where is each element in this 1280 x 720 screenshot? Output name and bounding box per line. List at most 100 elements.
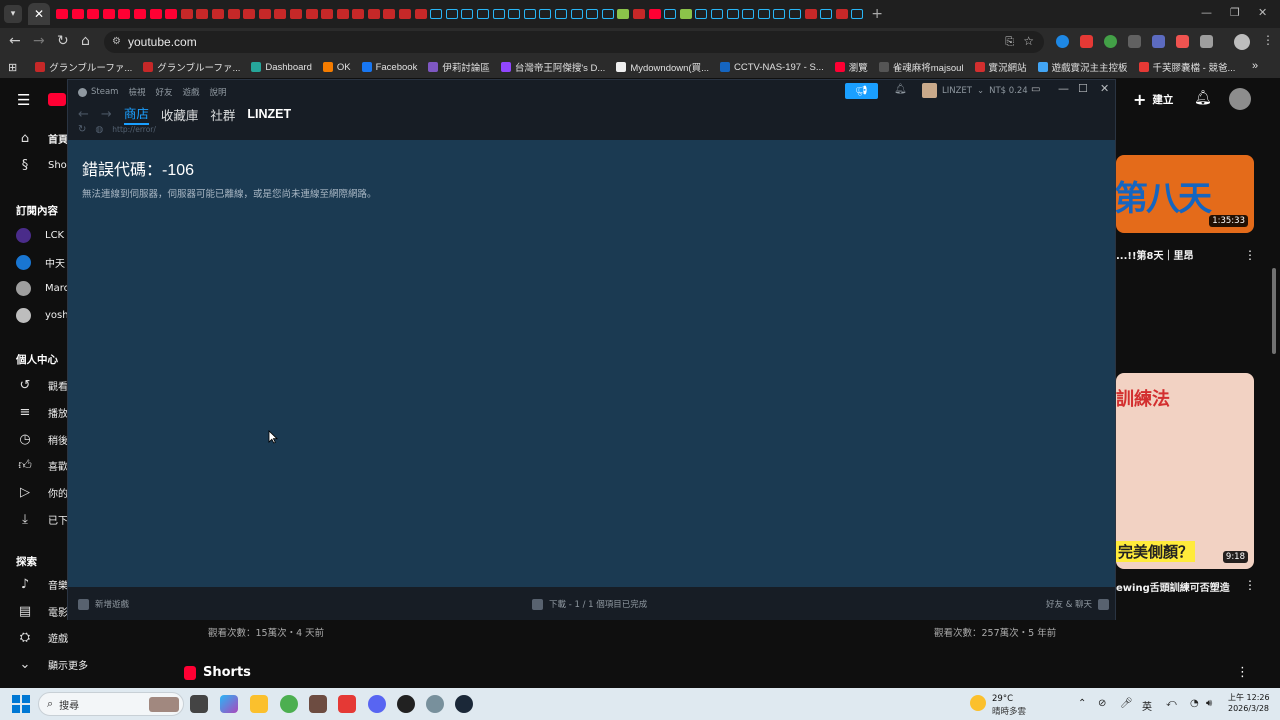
bookmark-item[interactable]: 瀏覽	[834, 60, 868, 74]
steam-forward-icon[interactable]: →	[101, 107, 112, 122]
taskbar-search[interactable]: ⌕ 搜尋	[38, 692, 184, 716]
extension-icon[interactable]	[1152, 35, 1165, 48]
bookmark-item[interactable]: 實況網站	[974, 60, 1027, 74]
tab-favicon[interactable]	[679, 9, 692, 19]
tab-favicon[interactable]	[430, 9, 443, 19]
scrollbar-thumb[interactable]	[1272, 268, 1276, 354]
tab-favicon[interactable]	[726, 9, 739, 19]
tab-store[interactable]: 商店	[123, 103, 149, 125]
tab-favicon[interactable]	[742, 9, 755, 19]
tab-favicon[interactable]	[321, 9, 334, 19]
tab-favicon[interactable]	[445, 9, 458, 19]
subscription-item[interactable]: LCK	[16, 228, 64, 243]
shorts-menu-icon[interactable]: ⋮	[1236, 665, 1249, 680]
file-explorer-icon[interactable]	[250, 695, 268, 713]
create-button[interactable]: + 建立	[1133, 90, 1173, 109]
video-thumbnail[interactable]: 訓練法 完美側顏？ 9:18	[1116, 373, 1254, 569]
tab-favicon[interactable]	[180, 9, 193, 19]
bookmark-item[interactable]: 遊戲實況主主控板	[1037, 60, 1128, 74]
profile-avatar[interactable]	[1234, 34, 1250, 50]
tab-favicon[interactable]	[586, 9, 599, 19]
site-info-icon[interactable]: ⚙	[112, 36, 121, 47]
steam-menu-view[interactable]: 檢視	[128, 86, 145, 98]
tab-favicon[interactable]	[87, 9, 100, 19]
more-bookmarks-icon[interactable]: »	[1252, 60, 1258, 72]
bookmark-item[interactable]: 伊莉討論區	[428, 60, 490, 74]
steam-back-icon[interactable]: ←	[78, 107, 89, 122]
copilot-icon[interactable]	[220, 695, 238, 713]
steam-menu-steam[interactable]: Steam	[78, 87, 118, 97]
tab-favicon[interactable]	[196, 9, 209, 19]
video-title[interactable]: ...!!第8天｜里昂	[1116, 247, 1193, 262]
bookmark-item[interactable]: Dashboard	[251, 62, 312, 73]
subscription-item[interactable]: Marc	[16, 281, 69, 296]
notifications-bell-icon[interactable]: 🔔︎	[1194, 90, 1212, 106]
steam-minimize-icon[interactable]: —	[1058, 82, 1069, 95]
downloads-status[interactable]: 下載 - 1 / 1 個項目已完成	[532, 598, 647, 610]
tab-favicon[interactable]	[523, 9, 536, 19]
tray-overflow-icon[interactable]: ⌃	[1078, 698, 1086, 709]
bookmark-item[interactable]: OK	[322, 62, 351, 73]
tab-favicon[interactable]	[118, 9, 131, 19]
friends-chat-button[interactable]: 好友 & 聊天	[1046, 598, 1110, 610]
back-icon[interactable]: ←	[9, 33, 21, 49]
sidebar-item-you[interactable]: ⤓ 已下	[16, 512, 68, 527]
weather-icon[interactable]	[970, 695, 986, 711]
windows-start-icon[interactable]	[12, 695, 30, 713]
tab-favicon[interactable]	[695, 9, 708, 19]
steam-close-icon[interactable]: ✕	[1100, 82, 1109, 95]
discord-icon[interactable]	[368, 695, 386, 713]
tab-favicon[interactable]	[243, 9, 256, 19]
obs-icon[interactable]	[397, 695, 415, 713]
reload-icon[interactable]: ↻	[57, 33, 69, 49]
extension-icon[interactable]	[1104, 35, 1117, 48]
tab-favicon[interactable]	[508, 9, 521, 19]
sidebar-item-you[interactable]: 👍︎ 喜歡	[16, 458, 68, 473]
video-menu-icon[interactable]: ⋮	[1244, 578, 1256, 592]
home-icon[interactable]: ⌂	[81, 33, 90, 49]
steam-menu-games[interactable]: 遊戲	[182, 86, 199, 98]
add-game-button[interactable]: 新增遊戲	[78, 598, 129, 610]
tab-favicon[interactable]	[102, 9, 115, 19]
subscription-item[interactable]: yosh	[16, 307, 69, 323]
tab-favicon[interactable]	[165, 9, 178, 19]
tab-favicon[interactable]	[773, 9, 786, 19]
sidebar-item-you[interactable]: ▷ 你的	[16, 485, 68, 500]
bookmark-item[interactable]: グランブルーファ...	[143, 60, 240, 74]
bookmark-item[interactable]: 千芙膠囊檔 - 競爸...	[1138, 60, 1235, 74]
notifications-bell-icon[interactable]: 🔔︎	[894, 84, 907, 95]
show-more-button[interactable]: ⌄ 顯示更多	[16, 657, 88, 672]
clock-date[interactable]: 2026/3/28	[1228, 704, 1269, 713]
app-icon[interactable]	[309, 695, 327, 713]
sidebar-item-home[interactable]: ⌂ 首頁	[16, 131, 68, 146]
ime-indicator[interactable]: 英	[1142, 698, 1152, 713]
tab-favicon[interactable]	[632, 9, 645, 19]
tab-favicon[interactable]	[336, 9, 349, 19]
close-window-icon[interactable]: ✕	[1258, 6, 1267, 19]
sidebar-item-you[interactable]: ≡ 播放	[16, 405, 68, 420]
extension-icon[interactable]	[1128, 35, 1141, 48]
tab-favicon[interactable]	[788, 9, 801, 19]
bookmark-item[interactable]: 雀魂麻将majsoul	[878, 60, 964, 74]
bookmark-item[interactable]: Mydowndown(買...	[616, 60, 709, 74]
tab-favicon[interactable]	[820, 9, 833, 19]
tab-favicon[interactable]	[710, 9, 723, 19]
clock-time[interactable]: 上午 12:26	[1228, 692, 1270, 703]
network-off-icon[interactable]: ⊘	[1098, 698, 1106, 709]
tab-favicon[interactable]	[383, 9, 396, 19]
steam-reload-icon[interactable]: ↻	[78, 124, 86, 135]
install-app-icon[interactable]: ⎘	[1005, 35, 1014, 49]
tab-favicon[interactable]	[804, 9, 817, 19]
tab-favicon[interactable]	[289, 9, 302, 19]
announcements-button[interactable]: 📢︎	[845, 83, 878, 99]
tab-favicon[interactable]	[56, 9, 68, 19]
browser-menu-icon[interactable]: ⋮	[1262, 33, 1274, 47]
tab-library[interactable]: 收藏庫	[161, 105, 199, 124]
tab-favicon[interactable]	[601, 9, 614, 19]
tab-favicon[interactable]	[71, 9, 84, 19]
chrome-icon[interactable]	[280, 695, 298, 713]
sidebar-item-shorts[interactable]: § Shor	[16, 158, 71, 173]
extension-icon[interactable]	[1080, 35, 1093, 48]
bookmark-item[interactable]: 台灣帝王阿傑搜's D...	[500, 60, 605, 74]
tab-favicon[interactable]	[570, 9, 583, 19]
